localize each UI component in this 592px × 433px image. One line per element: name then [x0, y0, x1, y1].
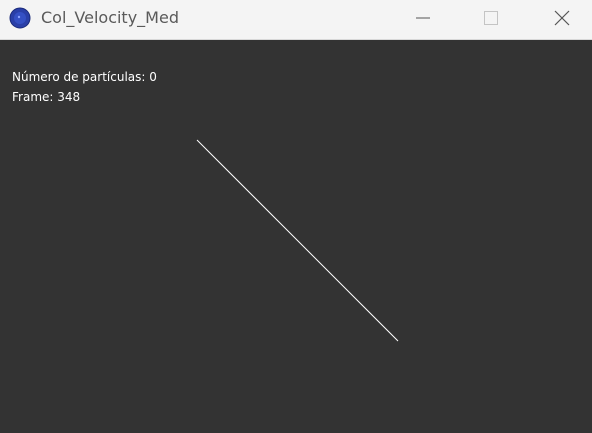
collision-wall-line: [196, 139, 399, 342]
minimize-button[interactable]: [400, 0, 446, 38]
window-title: Col_Velocity_Med: [41, 8, 179, 27]
app-window: Col_Velocity_Med Número de partículas: 0…: [0, 0, 592, 433]
close-button[interactable]: [539, 0, 585, 38]
maximize-icon: [484, 11, 498, 25]
title-bar[interactable]: Col_Velocity_Med: [0, 0, 592, 40]
app-globe-icon: [9, 7, 31, 29]
maximize-button[interactable]: [468, 0, 514, 38]
close-icon: [554, 10, 570, 26]
minimize-icon: [416, 17, 430, 19]
simulation-canvas[interactable]: Número de partículas: 0 Frame: 348: [0, 40, 592, 433]
scene-layer: [196, 139, 399, 342]
